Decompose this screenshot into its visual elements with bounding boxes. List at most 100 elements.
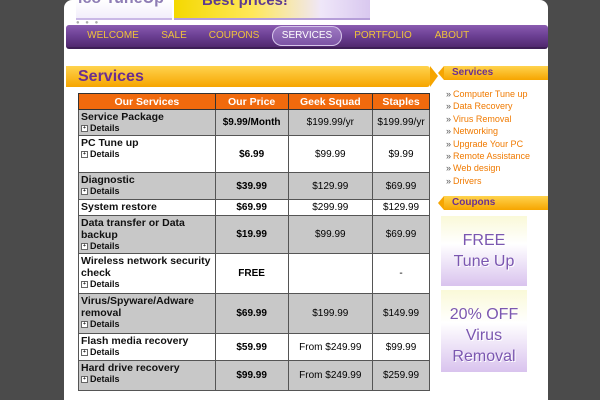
page-title: Services — [78, 68, 144, 85]
banner-logo-text: ico TuneUp — [78, 0, 164, 8]
nav-welcome[interactable]: WELCOME — [80, 25, 146, 47]
details-toggle[interactable]: + Details — [81, 319, 213, 330]
nav-sale[interactable]: SALE — [152, 25, 196, 47]
coupon-line: Virus — [465, 327, 503, 344]
details-toggle[interactable]: + Details — [81, 374, 213, 385]
sidebar-link-label: Computer Tune up — [453, 89, 528, 99]
banner-logo[interactable]: ico TuneUp — [76, 0, 172, 20]
expand-plus-icon: + — [81, 125, 88, 133]
service-name: PC Tune up — [81, 137, 139, 149]
staples-price-cell: $69.99 — [372, 172, 430, 200]
banner-promo[interactable]: Best prices! — [174, 0, 370, 20]
bullet-icon: » — [446, 151, 452, 162]
service-cell: Virus/Spyware/Adware removal + Details — [78, 293, 216, 334]
sidebar-services-header: Services — [444, 66, 548, 80]
coupon-virus-removal[interactable]: 20% OFF Virus Removal — [441, 290, 527, 372]
service-name: Hard drive recovery — [81, 362, 180, 374]
our-price-cell: $6.99 — [214, 135, 289, 173]
staples-price-cell: $199.99/yr — [372, 109, 430, 136]
title-arrow-decoration — [430, 66, 438, 87]
bullet-icon: » — [446, 101, 452, 112]
details-label: Details — [90, 319, 120, 329]
service-cell: Wireless network security check + Details — [78, 253, 216, 294]
service-cell: Flash media recovery + Details — [78, 333, 216, 361]
sidebar-link-label: Remote Assistance — [453, 151, 531, 162]
nav-coupons[interactable]: COUPONS — [202, 25, 266, 47]
details-toggle[interactable]: + Details — [81, 279, 213, 290]
header-geek-squad: Geek Squad — [287, 93, 374, 110]
coupon-line: 20% OFF — [449, 306, 519, 323]
service-name: Data transfer or Data backup — [81, 217, 185, 241]
services-price-table: Our Services Our Price Geek Squad Staple… — [78, 93, 430, 391]
page-title-bar: Services — [66, 66, 430, 87]
service-cell: Data transfer or Data backup + Details — [78, 215, 216, 254]
header-our-services: Our Services — [78, 93, 216, 110]
details-label: Details — [90, 149, 120, 159]
expand-plus-icon: + — [81, 243, 88, 251]
sidebar-link[interactable]: » Computer Tune up — [446, 88, 530, 100]
sidebar-link[interactable]: » Upgrade Your PC — [446, 138, 530, 150]
coupon-free-tune-up[interactable]: FREE Tune Up — [441, 216, 527, 286]
our-price-cell: $59.99 — [214, 333, 289, 361]
service-cell: Service Package + Details — [78, 109, 216, 136]
sidebar-link[interactable]: » Drivers — [446, 175, 530, 187]
main-nav: WELCOME SALE COUPONS SERVICES PORTFOLIO … — [66, 25, 548, 49]
details-toggle[interactable]: + Details — [81, 123, 213, 134]
staples-price-cell: $129.99 — [372, 199, 430, 216]
coupon-line: Removal — [452, 348, 516, 365]
service-name: Virus/Spyware/Adware removal — [81, 295, 195, 319]
staples-price-cell: - — [372, 253, 430, 294]
coupon-line: FREE — [462, 232, 506, 249]
nav-services[interactable]: SERVICES — [272, 26, 342, 46]
details-toggle[interactable]: + Details — [81, 241, 213, 252]
sidebar-link[interactable]: » Virus Removal — [446, 113, 530, 125]
sidebar-link[interactable]: » Remote Assistance — [446, 150, 530, 162]
sidebar-link[interactable]: » Networking — [446, 125, 530, 137]
service-name: Wireless network security check — [81, 255, 211, 279]
table-row: Flash media recovery + Details $59.99 From $… — [78, 333, 430, 361]
geek-squad-price-cell: $99.99 — [287, 135, 374, 173]
our-price-cell: $99.99 — [214, 360, 289, 391]
staples-price-cell: $99.99 — [372, 333, 430, 361]
table-row: Virus/Spyware/Adware removal + Details $69.… — [78, 293, 430, 334]
details-label: Details — [90, 347, 120, 357]
sidebar-link[interactable]: » Web design — [446, 162, 530, 174]
details-toggle[interactable]: + Details — [81, 186, 213, 197]
staples-price-cell: $149.99 — [372, 293, 430, 334]
table-row: Wireless network security check + Details F… — [78, 253, 430, 294]
nav-about[interactable]: ABOUT — [426, 25, 478, 47]
geek-squad-price-cell: $199.99 — [287, 293, 374, 334]
service-name: System restore — [81, 201, 157, 213]
geek-squad-price-cell: $299.99 — [287, 199, 374, 216]
table-row: System restore $69.99 $299.99 $129.99 — [78, 199, 430, 216]
coupon-line: Tune Up — [453, 253, 515, 270]
bullet-icon: » — [446, 138, 452, 149]
details-label: Details — [90, 374, 120, 384]
sidebar-link[interactable]: » Data Recovery — [446, 100, 530, 112]
details-toggle[interactable]: + Details — [81, 149, 213, 160]
nav-portfolio[interactable]: PORTFOLIO — [348, 25, 418, 47]
details-toggle[interactable]: + Details — [81, 347, 213, 358]
our-price-cell: $19.99 — [214, 215, 289, 254]
staples-price-cell: $9.99 — [372, 135, 430, 173]
header-our-price: Our Price — [214, 93, 289, 110]
sidebar-services-list: » Computer Tune up» Data Recovery» Virus Re… — [446, 88, 530, 187]
table-row: Diagnostic + Details $39.99 $129.99 $69.99 — [78, 172, 430, 200]
geek-squad-price-cell: From $249.99 — [287, 360, 374, 391]
staples-price-cell: $259.99 — [372, 360, 430, 391]
table-row: Service Package + Details $9.99/Month $199.9… — [78, 109, 430, 136]
expand-plus-icon: + — [81, 349, 88, 357]
staples-price-cell: $69.99 — [372, 215, 430, 254]
sidebar-link-label: Data Recovery — [453, 101, 513, 112]
our-price-cell: $39.99 — [214, 172, 289, 200]
expand-plus-icon: + — [81, 281, 88, 289]
bullet-icon: » — [446, 175, 452, 186]
sidebar-link-label: Web design — [453, 163, 501, 174]
table-row: Hard drive recovery + Details $99.99 From $2… — [78, 360, 430, 391]
service-cell: Diagnostic + Details — [78, 172, 216, 200]
service-name: Diagnostic — [81, 174, 135, 186]
service-cell: PC Tune up + Details — [78, 135, 216, 173]
geek-squad-price-cell: $129.99 — [287, 172, 374, 200]
sidebar-services-title: Services — [452, 67, 494, 78]
sidebar-link-label: Virus Removal — [453, 113, 512, 124]
